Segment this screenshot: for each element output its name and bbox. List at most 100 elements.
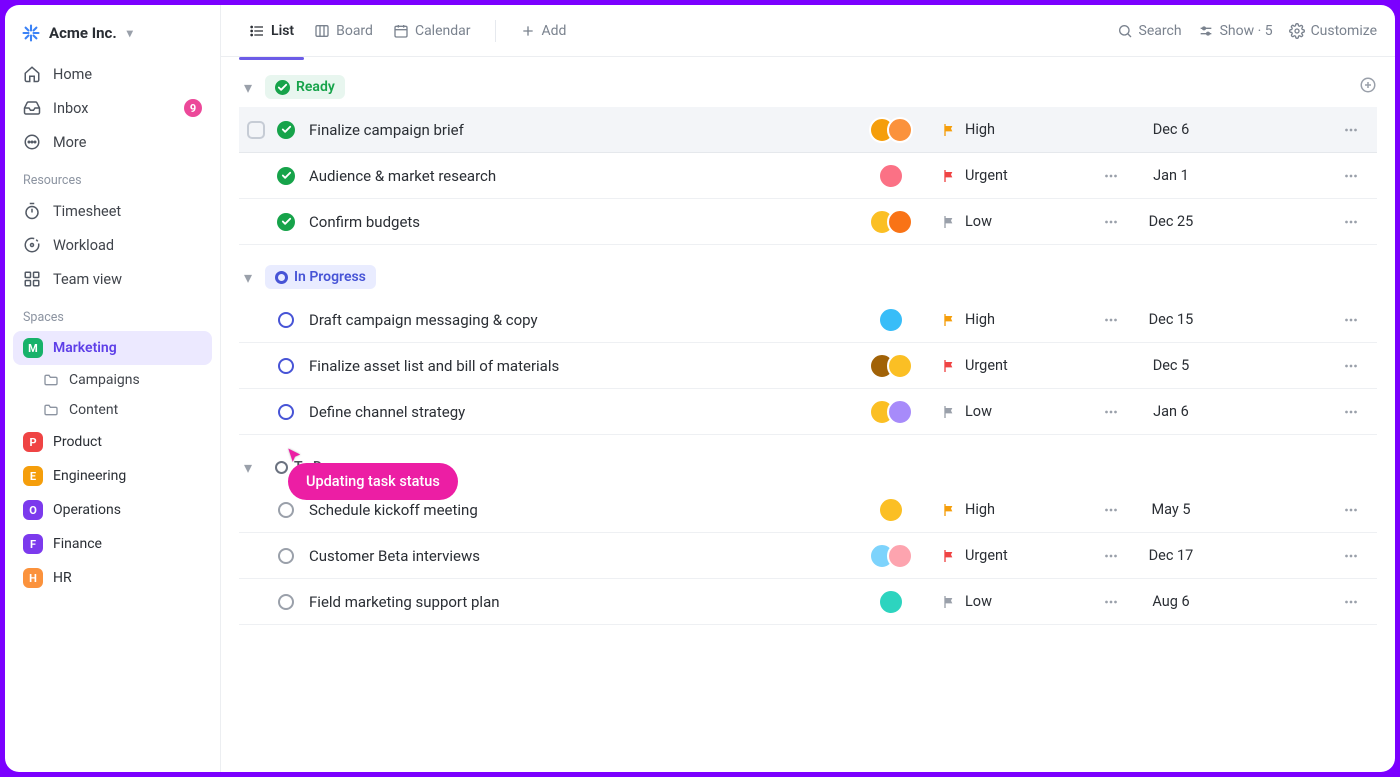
task-row[interactable]: Confirm budgets Low Dec 25 xyxy=(239,199,1377,245)
task-subtasks[interactable] xyxy=(1091,403,1131,421)
status-chip[interactable]: In Progress xyxy=(265,265,376,289)
task-checkbox[interactable] xyxy=(247,121,265,139)
task-more[interactable] xyxy=(1331,403,1371,421)
nav-workload[interactable]: Workload xyxy=(13,228,212,262)
collapse-toggle[interactable]: ▾ xyxy=(239,458,257,477)
task-subtasks[interactable] xyxy=(1091,167,1131,185)
tab-board[interactable]: Board xyxy=(304,17,383,45)
task-more[interactable] xyxy=(1331,357,1371,375)
task-more[interactable] xyxy=(1331,311,1371,329)
status-open-icon[interactable] xyxy=(278,312,294,328)
calendar-icon xyxy=(393,23,409,39)
cursor-pointer-icon xyxy=(286,447,304,469)
task-row[interactable]: Schedule kickoff meeting High May 5 xyxy=(239,487,1377,533)
task-title: Define channel strategy xyxy=(309,403,465,421)
avatar[interactable] xyxy=(878,163,904,189)
task-date[interactable]: Dec 5 xyxy=(1131,357,1211,374)
customize-button[interactable]: Customize xyxy=(1289,23,1377,39)
space-marketing[interactable]: M Marketing xyxy=(13,331,212,365)
task-date[interactable]: Jan 1 xyxy=(1131,167,1211,184)
task-priority[interactable]: High xyxy=(941,501,1091,518)
nav-home[interactable]: Home xyxy=(13,57,212,91)
avatar[interactable] xyxy=(878,497,904,523)
tab-calendar[interactable]: Calendar xyxy=(383,17,481,45)
status-chip[interactable]: Ready xyxy=(265,75,345,99)
search-button[interactable]: Search xyxy=(1117,23,1182,39)
show-button[interactable]: Show · 5 xyxy=(1198,23,1273,39)
task-subtasks[interactable] xyxy=(1091,547,1131,565)
status-todo-icon[interactable] xyxy=(278,548,294,564)
task-subtasks[interactable] xyxy=(1091,593,1131,611)
nav-more[interactable]: More xyxy=(13,125,212,159)
task-priority[interactable]: Low xyxy=(941,213,1091,230)
nav-inbox[interactable]: Inbox 9 xyxy=(13,91,212,125)
task-more[interactable] xyxy=(1331,167,1371,185)
task-row[interactable]: Draft campaign messaging & copy High Dec… xyxy=(239,297,1377,343)
add-task-button[interactable] xyxy=(1359,76,1377,98)
task-date[interactable]: Dec 25 xyxy=(1131,213,1211,230)
status-done-icon[interactable] xyxy=(277,167,295,185)
task-date[interactable]: Dec 6 xyxy=(1131,121,1211,138)
task-row[interactable]: Field marketing support plan Low Aug 6 xyxy=(239,579,1377,625)
collapse-toggle[interactable]: ▾ xyxy=(239,78,257,97)
task-row[interactable]: Finalize asset list and bill of material… xyxy=(239,343,1377,389)
status-todo-icon[interactable] xyxy=(278,502,294,518)
status-done-icon[interactable] xyxy=(277,121,295,139)
space-engineering[interactable]: E Engineering xyxy=(13,459,212,493)
task-subtasks[interactable] xyxy=(1091,213,1131,231)
task-subtasks[interactable] xyxy=(1091,501,1131,519)
task-date[interactable]: Dec 15 xyxy=(1131,311,1211,328)
task-priority[interactable]: Low xyxy=(941,403,1091,420)
task-row[interactable]: Audience & market research Urgent Jan 1 xyxy=(239,153,1377,199)
task-priority[interactable]: Urgent xyxy=(941,357,1091,374)
status-open-icon[interactable] xyxy=(278,358,294,374)
folder-content[interactable]: Content xyxy=(13,395,212,425)
collapse-toggle[interactable]: ▾ xyxy=(239,268,257,287)
task-title: Confirm budgets xyxy=(309,213,420,231)
space-finance[interactable]: F Finance xyxy=(13,527,212,561)
task-row[interactable]: Finalize campaign brief High Dec 6 xyxy=(239,107,1377,153)
task-date[interactable]: Dec 17 xyxy=(1131,547,1211,564)
task-priority[interactable]: High xyxy=(941,121,1091,138)
nav-label: More xyxy=(53,134,86,151)
task-row[interactable]: Customer Beta interviews Urgent Dec 17 xyxy=(239,533,1377,579)
folder-campaigns[interactable]: Campaigns xyxy=(13,365,212,395)
nav-label: Home xyxy=(53,66,92,83)
task-more[interactable] xyxy=(1331,593,1371,611)
task-more[interactable] xyxy=(1331,547,1371,565)
status-done-icon[interactable] xyxy=(277,213,295,231)
task-date[interactable]: May 5 xyxy=(1131,501,1211,518)
task-priority[interactable]: Urgent xyxy=(941,167,1091,184)
status-open-icon[interactable] xyxy=(278,404,294,420)
task-title: Finalize campaign brief xyxy=(309,121,464,139)
flag-icon xyxy=(941,548,957,564)
task-more[interactable] xyxy=(1331,213,1371,231)
avatar[interactable] xyxy=(887,117,913,143)
add-view-label: Add xyxy=(542,23,567,39)
space-operations[interactable]: O Operations xyxy=(13,493,212,527)
avatar[interactable] xyxy=(887,399,913,425)
avatar[interactable] xyxy=(887,353,913,379)
task-priority[interactable]: Urgent xyxy=(941,547,1091,564)
avatar[interactable] xyxy=(887,543,913,569)
task-more[interactable] xyxy=(1331,501,1371,519)
task-date[interactable]: Aug 6 xyxy=(1131,593,1211,610)
priority-label: Urgent xyxy=(965,357,1008,374)
task-date[interactable]: Jan 6 xyxy=(1131,403,1211,420)
task-priority[interactable]: Low xyxy=(941,593,1091,610)
workspace-picker[interactable]: Acme Inc. ▾ xyxy=(13,17,212,49)
add-view-button[interactable]: Add xyxy=(510,17,577,45)
nav-timesheet[interactable]: Timesheet xyxy=(13,194,212,228)
avatar[interactable] xyxy=(878,307,904,333)
task-subtasks[interactable] xyxy=(1091,311,1131,329)
avatar[interactable] xyxy=(878,589,904,615)
task-more[interactable] xyxy=(1331,121,1371,139)
status-todo-icon[interactable] xyxy=(278,594,294,610)
space-product[interactable]: P Product xyxy=(13,425,212,459)
tab-list[interactable]: List xyxy=(239,17,304,45)
task-row[interactable]: Define channel strategy Low Jan 6 xyxy=(239,389,1377,435)
task-priority[interactable]: High xyxy=(941,311,1091,328)
avatar[interactable] xyxy=(887,209,913,235)
space-hr[interactable]: H HR xyxy=(13,561,212,595)
nav-team view[interactable]: Team view xyxy=(13,262,212,296)
